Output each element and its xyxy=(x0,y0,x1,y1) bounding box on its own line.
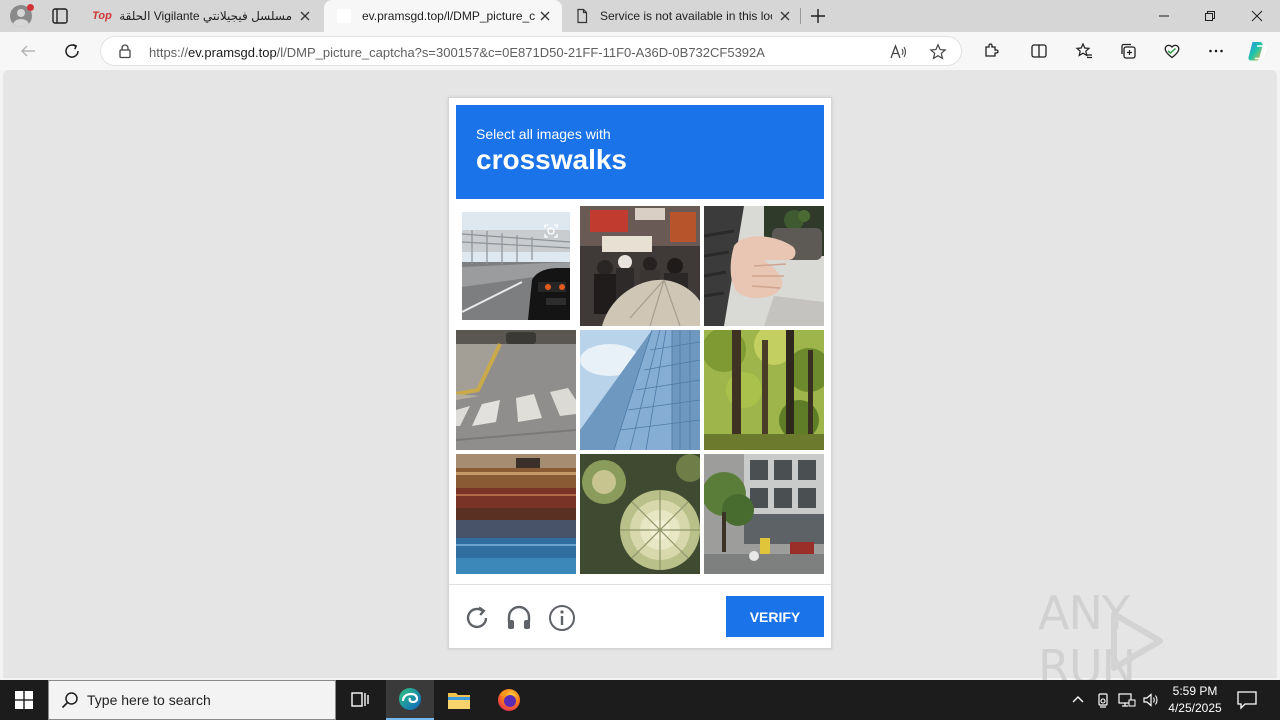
tab-separator xyxy=(800,8,801,24)
search-placeholder: Type here to search xyxy=(87,692,211,708)
footer-divider xyxy=(449,584,831,585)
image-search-icon[interactable] xyxy=(543,223,559,239)
verify-button[interactable]: VERIFY xyxy=(726,596,824,637)
captcha-tile-crosswalk[interactable] xyxy=(456,330,576,450)
minimize-icon[interactable] xyxy=(1141,0,1187,32)
captcha-tile-forest[interactable] xyxy=(704,330,824,450)
captcha-tile-city-street[interactable] xyxy=(704,454,824,574)
system-clock[interactable]: 5:59 PM 4/25/2025 xyxy=(1162,683,1228,717)
close-window-icon[interactable] xyxy=(1234,0,1280,32)
refresh-icon[interactable] xyxy=(61,40,83,62)
notifications-icon[interactable] xyxy=(1236,690,1258,710)
reload-challenge-icon[interactable] xyxy=(462,603,492,633)
edge-browser-icon[interactable] xyxy=(386,680,434,720)
tab-title: ev.pramsgd.top/l/DMP_picture_c xyxy=(362,9,536,23)
firefox-icon[interactable] xyxy=(485,680,533,720)
captcha-tile-skyscraper[interactable] xyxy=(580,330,700,450)
tab-actions-icon[interactable] xyxy=(50,6,70,26)
tab-title: مسلسل فيجيلانتي Vigilante الحلقة xyxy=(120,9,292,23)
captcha-tile-crowd-umbrella[interactable] xyxy=(580,206,700,326)
captcha-tile-hands-flowers[interactable] xyxy=(704,206,824,326)
taskbar-search-box[interactable]: Type here to search xyxy=(48,680,336,720)
tab-close-icon[interactable] xyxy=(538,9,552,23)
top-favicon-icon: Top xyxy=(92,10,112,22)
document-favicon-icon xyxy=(574,8,590,24)
captcha-tile-books[interactable] xyxy=(456,454,576,574)
anyrun-watermark: ANY RUN xyxy=(1038,586,1280,694)
audio-challenge-headphones-icon[interactable] xyxy=(504,603,534,633)
clock-time: 5:59 PM xyxy=(1172,684,1218,698)
captcha-tile-car-on-bridge[interactable] xyxy=(462,212,570,320)
network-icon[interactable] xyxy=(1117,690,1137,710)
tab-strip: Top مسلسل فيجيلانتي Vigilante الحلقة ev.… xyxy=(0,0,1280,32)
device-icon[interactable] xyxy=(1093,690,1113,710)
tab-vigilante[interactable]: Top مسلسل فيجيلانتي Vigilante الحلقة xyxy=(82,0,322,32)
read-aloud-icon[interactable] xyxy=(889,43,907,66)
lock-icon[interactable] xyxy=(117,43,133,64)
new-tab-plus-icon[interactable] xyxy=(808,6,828,26)
captcha-tile-succulent[interactable] xyxy=(580,454,700,574)
blank-page-favicon-icon xyxy=(336,8,352,24)
tab-close-icon[interactable] xyxy=(298,9,312,23)
browser-essentials-icon[interactable] xyxy=(1161,40,1183,62)
more-options-icon[interactable] xyxy=(1205,40,1227,62)
back-arrow-icon[interactable] xyxy=(17,40,39,62)
taskbar: Type here to search 5:59 PM 4/25/2025 xyxy=(0,680,1280,720)
file-explorer-icon[interactable] xyxy=(435,680,483,720)
restore-icon[interactable] xyxy=(1187,0,1233,32)
favorites-icon[interactable] xyxy=(1073,40,1095,62)
url-text: https://ev.pramsgd.top/l/DMP_picture_cap… xyxy=(149,45,765,60)
captcha-instruction: Select all images with xyxy=(476,126,611,142)
split-screen-icon[interactable] xyxy=(1028,40,1050,62)
profile-notification-dot xyxy=(27,4,34,11)
browser-toolbar: https://ev.pramsgd.top/l/DMP_picture_cap… xyxy=(0,32,1280,70)
search-icon xyxy=(61,691,79,709)
favorite-star-icon[interactable] xyxy=(929,43,947,66)
info-icon[interactable] xyxy=(547,603,577,633)
copilot-icon[interactable] xyxy=(1246,40,1268,62)
tab-title: Service is not available in this loc xyxy=(600,9,772,23)
captcha-widget: Select all images with crosswalks VERIFY xyxy=(448,97,832,649)
anyrun-logo-play-icon xyxy=(1106,610,1166,683)
collections-icon[interactable] xyxy=(1117,40,1139,62)
tab-close-icon[interactable] xyxy=(778,9,792,23)
tab-captcha-page[interactable]: ev.pramsgd.top/l/DMP_picture_c xyxy=(324,0,562,32)
volume-icon[interactable] xyxy=(1141,690,1161,710)
task-view-icon[interactable] xyxy=(336,680,384,720)
tab-service-unavailable[interactable]: Service is not available in this loc xyxy=(562,0,802,32)
captcha-header: Select all images with crosswalks xyxy=(456,105,824,199)
show-hidden-icons-chevron-up-icon[interactable] xyxy=(1068,690,1088,710)
address-bar[interactable]: https://ev.pramsgd.top/l/DMP_picture_cap… xyxy=(100,36,962,66)
extensions-icon[interactable] xyxy=(980,40,1002,62)
clock-date: 4/25/2025 xyxy=(1168,701,1222,715)
windows-start-icon[interactable] xyxy=(0,680,48,720)
captcha-target: crosswalks xyxy=(476,144,627,175)
